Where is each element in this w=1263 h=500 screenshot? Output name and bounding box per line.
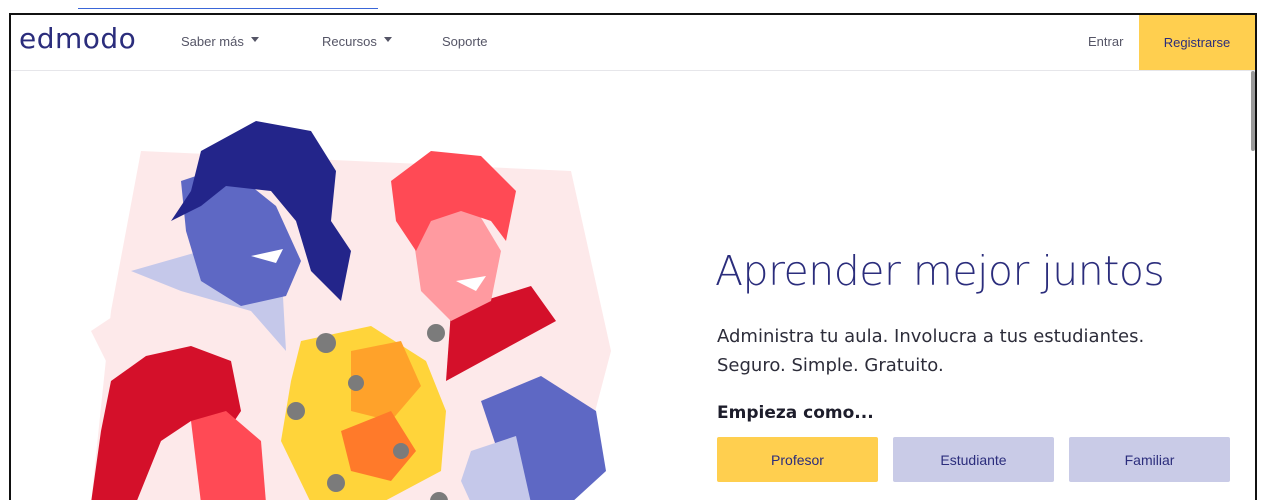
- student-button[interactable]: Estudiante: [893, 437, 1054, 482]
- hero-subtitle: Administra tu aula. Involucra a tus estu…: [717, 322, 1144, 380]
- nav-saber-mas-label: Saber más: [181, 34, 244, 49]
- teacher-button[interactable]: Profesor: [717, 437, 878, 482]
- top-nav: edmodo Saber más Recursos Soporte Entrar…: [11, 15, 1255, 71]
- students-lightbulbs-illustration-icon: [91, 121, 611, 500]
- parent-button[interactable]: Familiar: [1069, 437, 1230, 482]
- edmodo-logo[interactable]: edmodo: [19, 22, 136, 55]
- nav-recursos[interactable]: Recursos: [322, 34, 392, 49]
- hero-subtitle-line2: Seguro. Simple. Gratuito.: [717, 355, 944, 376]
- start-as-label: Empieza como...: [717, 403, 874, 423]
- page-frame: edmodo Saber más Recursos Soporte Entrar…: [9, 13, 1257, 500]
- browser-url-link[interactable]: [78, 0, 378, 9]
- chevron-down-icon: [250, 37, 259, 43]
- login-link[interactable]: Entrar: [1088, 34, 1123, 49]
- hero-title: Aprender mejor juntos: [715, 247, 1165, 295]
- signup-button[interactable]: Registrarse: [1139, 15, 1255, 70]
- nav-saber-mas[interactable]: Saber más: [181, 34, 259, 49]
- nav-recursos-label: Recursos: [322, 34, 377, 49]
- hero-subtitle-line1: Administra tu aula. Involucra a tus estu…: [717, 326, 1145, 347]
- scrollbar-thumb[interactable]: [1251, 71, 1255, 151]
- nav-soporte[interactable]: Soporte: [442, 34, 488, 49]
- chevron-down-icon: [383, 37, 392, 43]
